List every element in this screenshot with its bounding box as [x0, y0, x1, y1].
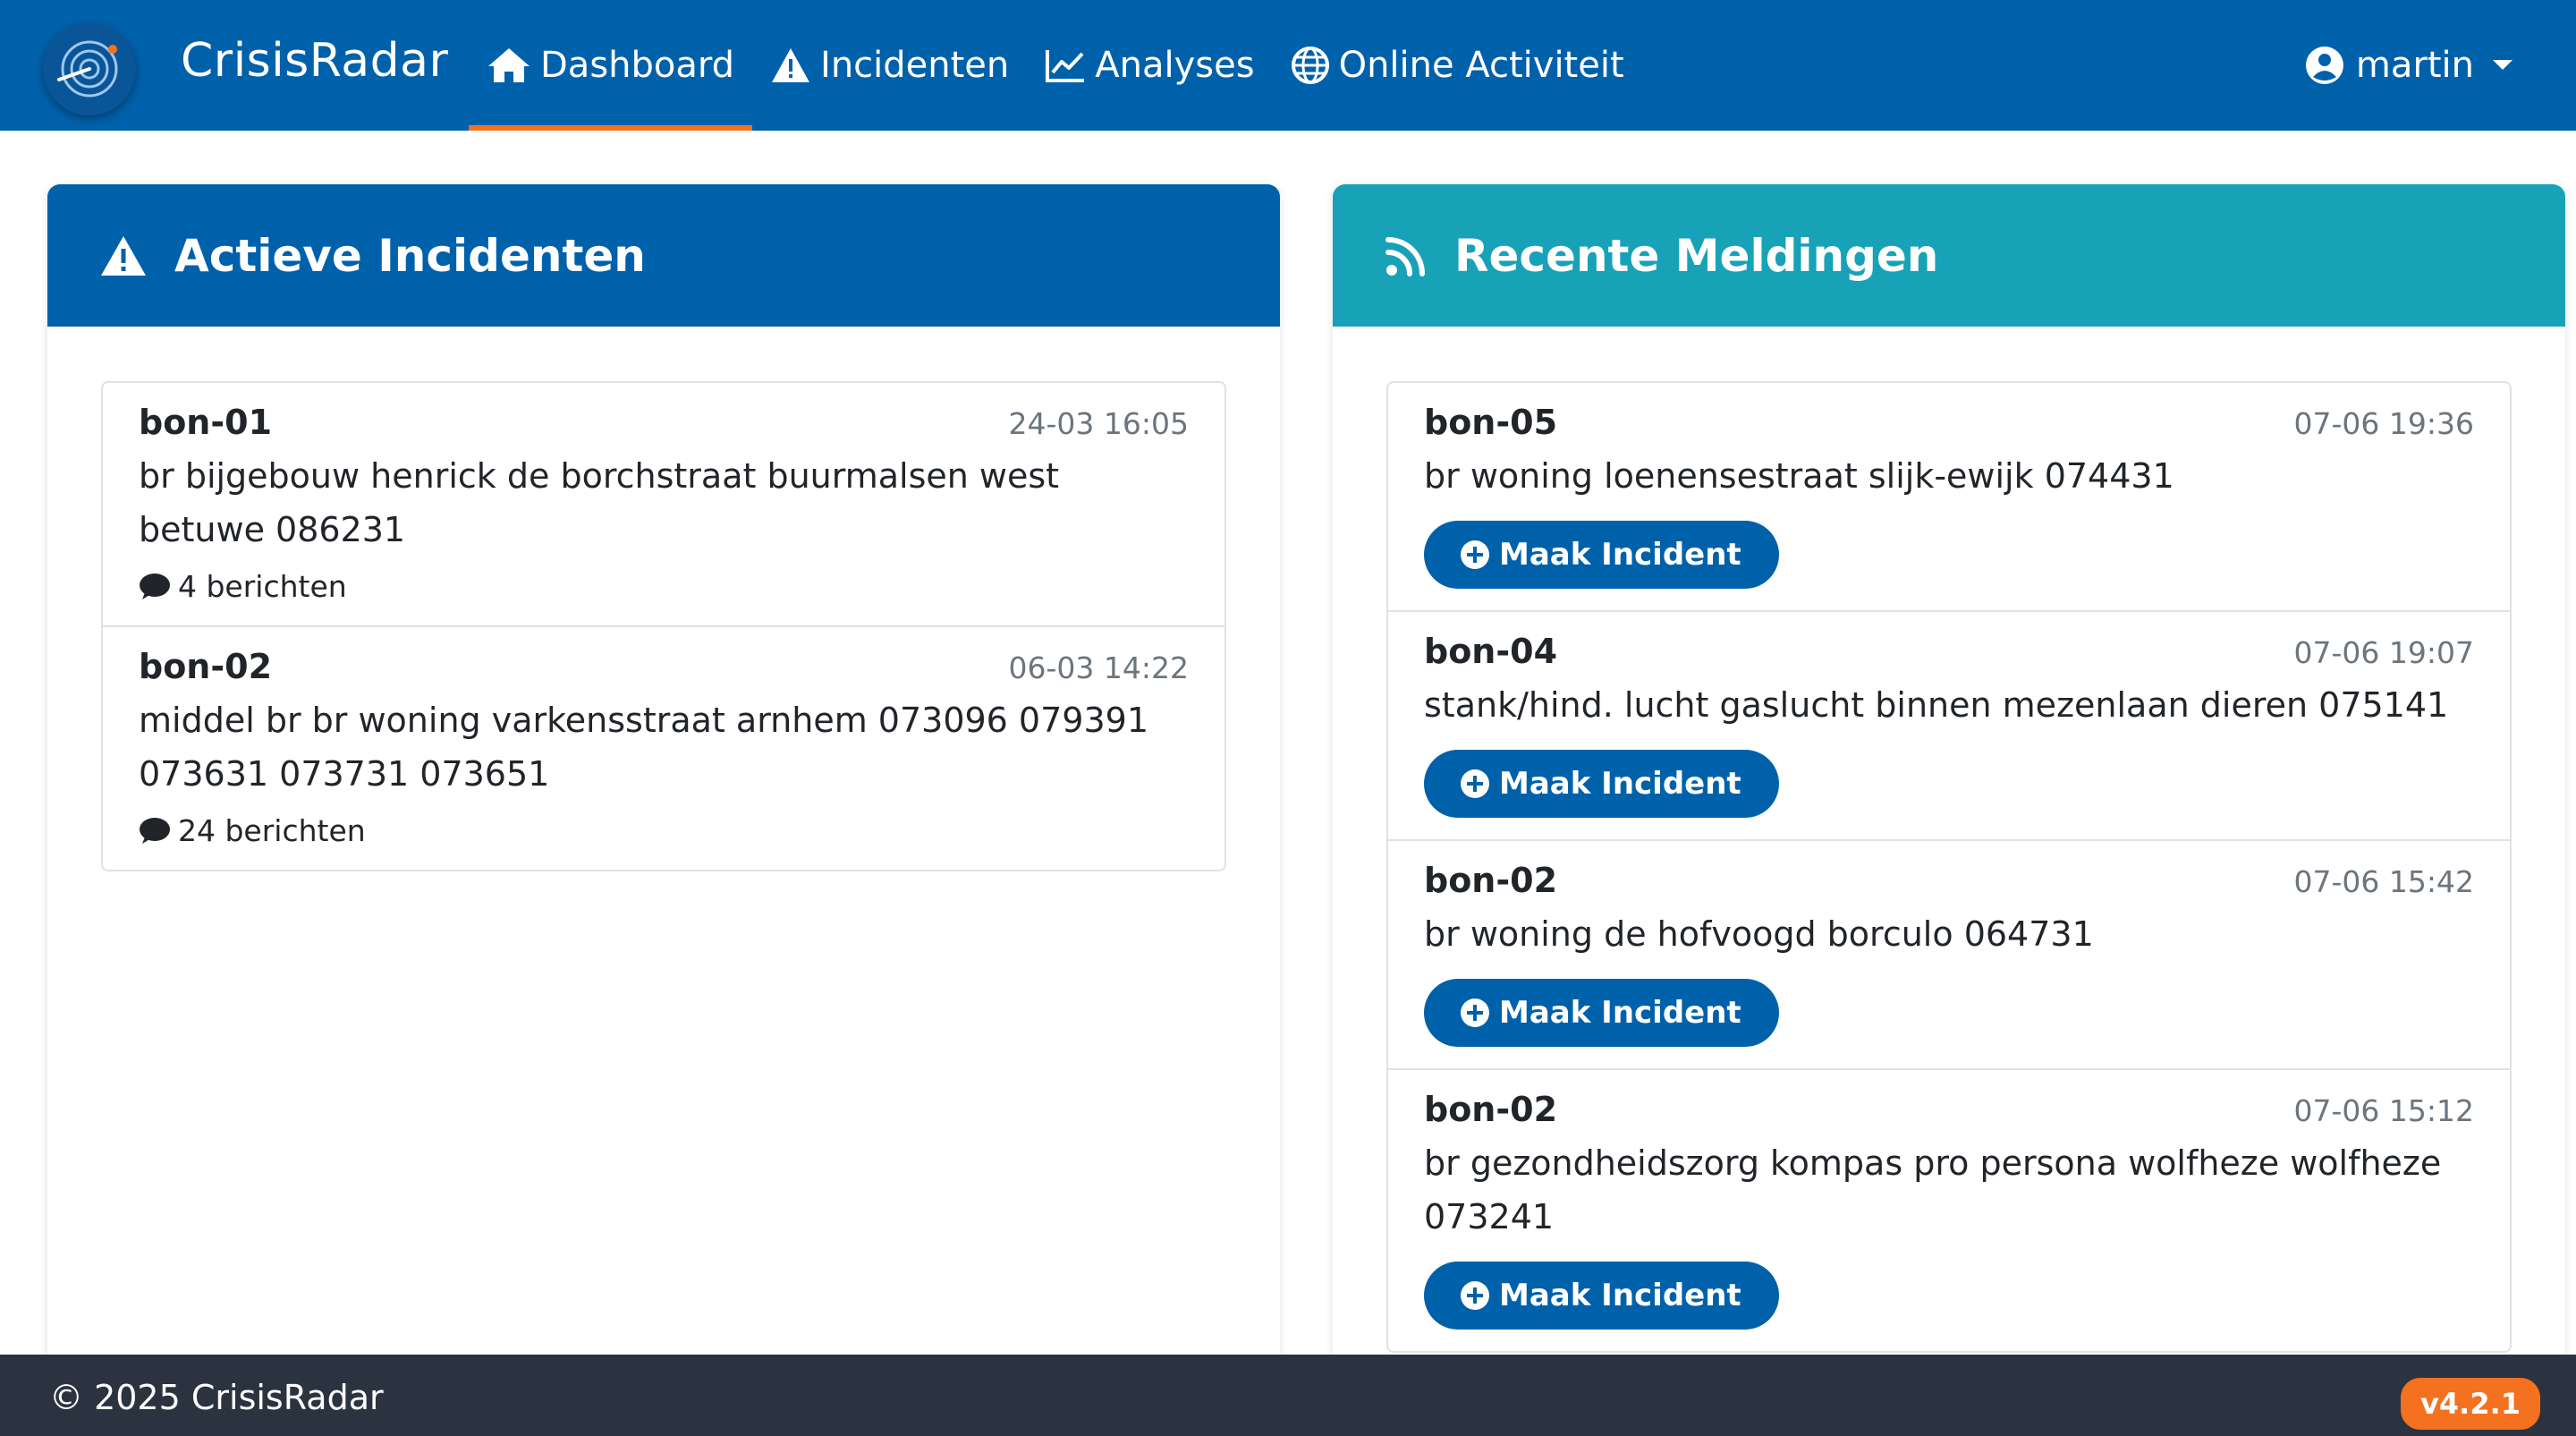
- report-item: bon-04 07-06 19:07 stank/hind. lucht gas…: [1388, 612, 2510, 841]
- report-list: bon-05 07-06 19:36 br woning loenensestr…: [1386, 381, 2512, 1353]
- warning-icon: [99, 234, 148, 277]
- report-id: bon-05: [1424, 403, 1558, 442]
- incident-id: bon-02: [139, 647, 273, 686]
- incident-item[interactable]: bon-02 06-03 14:22 middel br br woning v…: [103, 627, 1224, 870]
- create-incident-label: Maak Incident: [1499, 537, 1741, 573]
- report-id: bon-02: [1424, 1090, 1558, 1129]
- nav-item-analyses[interactable]: Analyses: [1027, 0, 1272, 131]
- plus-circle-icon: [1460, 540, 1490, 570]
- incident-id: bon-01: [139, 403, 273, 442]
- active-incidents-card: Actieve Incidenten bon-01 24-03 16:05 br…: [47, 184, 1280, 1365]
- nav-label-analyses: Analyses: [1095, 45, 1255, 86]
- create-incident-label: Maak Incident: [1499, 766, 1741, 802]
- active-incidents-title: Actieve Incidenten: [174, 229, 646, 282]
- globe-icon: [1291, 46, 1330, 85]
- report-id: bon-04: [1424, 632, 1558, 671]
- plus-circle-icon: [1460, 998, 1490, 1028]
- nav-label-incidenten: Incidenten: [820, 45, 1010, 86]
- create-incident-button[interactable]: Maak Incident: [1424, 521, 1779, 589]
- chart-line-icon: [1045, 47, 1086, 83]
- incident-message-count: 4 berichten: [178, 569, 347, 604]
- create-incident-label: Maak Incident: [1499, 1278, 1741, 1313]
- copyright-text: © 2025 CrisisRadar: [49, 1378, 384, 1417]
- incident-description: middel br br woning varkensstraat arnhem…: [139, 701, 1148, 794]
- report-description: stank/hind. lucht gaslucht binnen mezenl…: [1424, 685, 2449, 725]
- nav-item-incidenten[interactable]: Incidenten: [752, 0, 1027, 131]
- report-time: 07-06 15:42: [2293, 864, 2474, 899]
- active-incidents-header: Actieve Incidenten: [47, 184, 1280, 327]
- recent-reports-card: Recente Meldingen bon-05 07-06 19:36 br …: [1333, 184, 2565, 1365]
- main-nav: Dashboard Incidenten Analyses Online Act…: [469, 0, 1642, 131]
- nav-label-dashboard: Dashboard: [540, 45, 735, 86]
- report-description: br gezondheidszorg kompas pro persona wo…: [1424, 1143, 2442, 1236]
- user-name: martin: [2355, 45, 2474, 86]
- recent-reports-title: Recente Meldingen: [1454, 229, 1939, 282]
- report-time: 07-06 19:07: [2293, 635, 2474, 670]
- report-item: bon-02 07-06 15:12 br gezondheidszorg ko…: [1388, 1070, 2510, 1351]
- recent-reports-header: Recente Meldingen: [1333, 184, 2565, 327]
- incident-time: 06-03 14:22: [1008, 650, 1189, 685]
- create-incident-label: Maak Incident: [1499, 995, 1741, 1031]
- user-menu[interactable]: martin: [2304, 0, 2513, 131]
- top-navbar: CrisisRadar Dashboard Incidenten Analyse…: [0, 0, 2576, 131]
- comment-icon: [139, 573, 171, 601]
- incident-description: br bijgebouw henrick de borchstraat buur…: [139, 456, 1060, 549]
- page-footer: © 2025 CrisisRadar v4.2.1: [0, 1355, 2576, 1436]
- report-item: bon-02 07-06 15:42 br woning de hofvoogd…: [1388, 841, 2510, 1070]
- report-time: 07-06 15:12: [2293, 1093, 2474, 1128]
- report-item: bon-05 07-06 19:36 br woning loenensestr…: [1388, 383, 2510, 612]
- chevron-down-icon: [2492, 59, 2513, 72]
- warning-icon: [770, 47, 811, 84]
- create-incident-button[interactable]: Maak Incident: [1424, 750, 1779, 818]
- nav-item-dashboard[interactable]: Dashboard: [469, 0, 753, 131]
- rss-icon: [1385, 234, 1428, 277]
- comment-icon: [139, 817, 171, 845]
- incident-item[interactable]: bon-01 24-03 16:05 br bijgebouw henrick …: [103, 383, 1224, 627]
- version-badge: v4.2.1: [2401, 1378, 2540, 1430]
- brand-name[interactable]: CrisisRadar: [181, 34, 448, 88]
- report-description: br woning loenensestraat slijk-ewijk 074…: [1424, 456, 2174, 496]
- create-incident-button[interactable]: Maak Incident: [1424, 1262, 1779, 1330]
- incident-list: bon-01 24-03 16:05 br bijgebouw henrick …: [101, 381, 1226, 871]
- plus-circle-icon: [1460, 769, 1490, 799]
- nav-item-online-activiteit[interactable]: Online Activiteit: [1273, 0, 1642, 131]
- report-id: bon-02: [1424, 861, 1558, 900]
- incident-message-count: 24 berichten: [178, 813, 366, 848]
- create-incident-button[interactable]: Maak Incident: [1424, 979, 1779, 1047]
- plus-circle-icon: [1460, 1280, 1490, 1311]
- home-icon: [487, 47, 531, 84]
- radar-logo-icon[interactable]: [43, 22, 136, 115]
- nav-label-online-activiteit: Online Activiteit: [1338, 45, 1624, 86]
- report-description: br woning de hofvoogd borculo 064731: [1424, 914, 2094, 954]
- report-time: 07-06 19:36: [2293, 406, 2474, 441]
- user-circle-icon: [2304, 45, 2345, 86]
- incident-time: 24-03 16:05: [1008, 406, 1189, 441]
